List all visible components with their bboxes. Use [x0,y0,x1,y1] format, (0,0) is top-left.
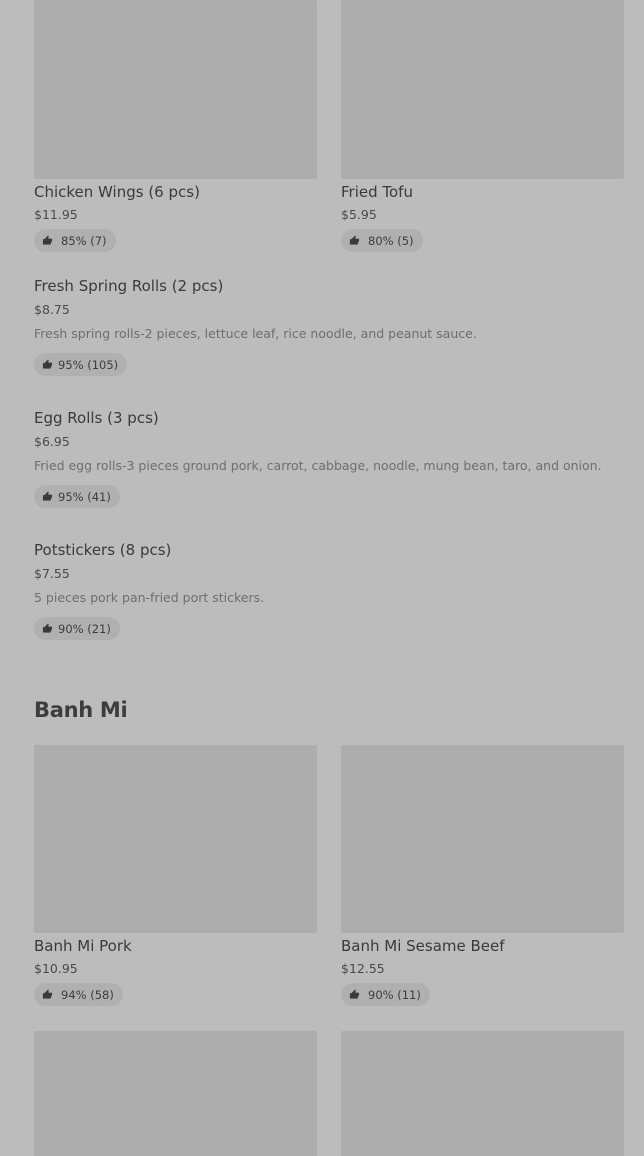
item-image[interactable] [341,1031,624,1156]
rating-badge: 80% (5) [341,229,423,252]
item-description: Fresh spring rolls-2 pieces, lettuce lea… [34,326,477,341]
item-price: $7.55 [34,566,70,581]
item-title: Fresh Spring Rolls (2 pcs) [34,277,224,295]
menu-item-potstickers[interactable]: Potstickers (8 pcs) $7.55 5 pieces pork … [34,541,624,641]
item-price: $5.95 [341,207,377,222]
item-price: $12.55 [341,961,385,976]
rating-text: 90% (21) [58,621,111,636]
item-description: Fried egg rolls-3 pieces ground pork, ca… [34,458,602,473]
rating-text: 94% (58) [61,987,114,1002]
rating-badge: 85% (7) [34,229,116,252]
item-price: $6.95 [34,434,70,449]
thumbs-up-icon [349,989,360,999]
item-image[interactable] [34,745,317,933]
rating-badge: 95% (41) [34,485,120,508]
item-title: Egg Rolls (3 pcs) [34,409,159,427]
thumbs-up-icon [42,491,53,501]
item-price: $8.75 [34,302,70,317]
thumbs-up-icon [42,235,53,245]
rating-badge: 95% (105) [34,353,128,376]
item-image[interactable] [341,745,624,933]
thumbs-up-icon [349,235,360,245]
rating-text: 80% (5) [368,233,414,248]
rating-text: 85% (7) [61,233,107,248]
section-heading-banh-mi: Banh Mi [34,698,128,722]
item-title: Banh Mi Sesame Beef [341,937,505,955]
menu-card-chicken-wings[interactable]: Chicken Wings (6 pcs) $11.95 85% (7) [34,0,317,260]
menu-item-fresh-spring-rolls[interactable]: Fresh Spring Rolls (2 pcs) $8.75 Fresh s… [34,277,624,377]
thumbs-up-icon [42,989,53,999]
rating-text: 95% (41) [58,489,111,504]
item-title: Potstickers (8 pcs) [34,541,172,559]
item-image[interactable] [34,0,317,179]
item-image[interactable] [341,0,624,179]
item-title: Chicken Wings (6 pcs) [34,183,200,201]
item-description: 5 pieces pork pan-fried port stickers. [34,590,265,605]
item-image[interactable] [34,1031,317,1156]
thumbs-up-icon [42,623,53,633]
menu-card-banh-mi-sesame-beef[interactable]: Banh Mi Sesame Beef $12.55 90% (11) [341,745,624,1007]
rating-badge: 94% (58) [34,983,123,1006]
menu-page: Chicken Wings (6 pcs) $11.95 85% (7) Fri… [0,0,644,1156]
menu-card-banh-mi-pork[interactable]: Banh Mi Pork $10.95 94% (58) [34,745,317,1007]
menu-card-fried-tofu[interactable]: Fried Tofu $5.95 80% (5) [341,0,624,260]
thumbs-up-icon [42,359,53,369]
rating-text: 90% (11) [368,987,421,1002]
rating-text: 95% (105) [58,357,119,372]
menu-item-egg-rolls[interactable]: Egg Rolls (3 pcs) $6.95 Fried egg rolls-… [34,409,624,509]
item-price: $10.95 [34,961,78,976]
rating-badge: 90% (11) [341,983,430,1006]
rating-badge: 90% (21) [34,617,120,640]
item-price: $11.95 [34,207,78,222]
item-title: Fried Tofu [341,183,413,201]
item-title: Banh Mi Pork [34,937,132,955]
